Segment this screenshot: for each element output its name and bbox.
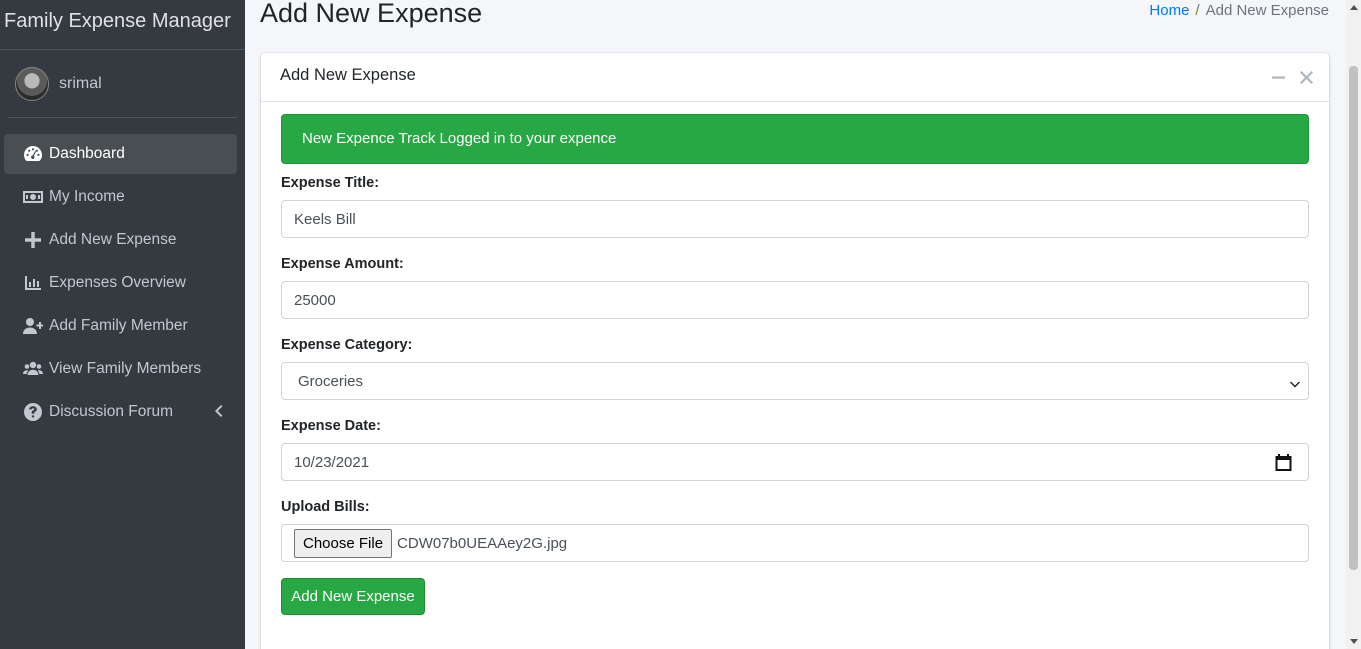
chevron-down-icon [1290,376,1300,388]
user-name[interactable]: srimal [59,75,102,93]
card-body: New Expence Track Logged in to your expe… [261,102,1329,615]
expense-title-value: Keels Bill [294,210,356,228]
sidebar-item-add-family-member[interactable]: Add Family Member [4,306,237,346]
sidebar-item-add-new-expense[interactable]: Add New Expense [4,220,237,260]
expense-date-label: Expense Date: [281,418,381,434]
expense-title-label: Expense Title: [281,175,380,191]
sidebar-item-my-income[interactable]: My Income [4,177,237,217]
sidebar-item-dashboard[interactable]: Dashboard [4,134,237,174]
expense-date-value: 10/23/2021 [294,453,370,471]
expense-amount-label: Expense Amount: [281,256,404,272]
upload-bills-label: Upload Bills: [281,499,370,515]
card-title: Add New Expense [280,66,416,84]
breadcrumb-home-link[interactable]: Home [1149,2,1189,19]
question-circle-icon [21,403,45,421]
sidebar-item-discussion-forum[interactable]: Discussion Forum [4,392,237,432]
calendar-icon[interactable] [1275,454,1292,471]
expense-amount-input[interactable]: 25000 [281,281,1309,319]
user-plus-icon [21,317,45,335]
plus-icon [21,231,45,249]
tachometer-icon [21,145,45,163]
expense-amount-group: Expense Amount: 25000 [281,256,1309,319]
breadcrumb: Home / Add New Expense [1149,2,1329,19]
user-panel[interactable]: srimal [8,50,237,118]
card-header: Add New Expense [261,53,1329,102]
expense-form-card: Add New Expense New Expence Track Logged… [261,53,1329,649]
expense-date-group: Expense Date: 10/23/2021 [281,418,1309,481]
minimize-icon[interactable] [1271,70,1285,84]
page-scrollbar[interactable] [1346,0,1361,649]
sidebar-item-label: Add New Expense [49,231,177,248]
sidebar-item-label: Discussion Forum [49,403,174,420]
users-icon [21,360,45,378]
breadcrumb-separator: / [1195,2,1200,19]
sidebar-item-label: Dashboard [49,145,125,162]
expense-category-group: Expense Category: Groceries [281,337,1309,400]
selected-file-name: CDW07b0UEAAey2G.jpg [397,534,568,552]
avatar[interactable] [15,66,49,101]
sidebar: Family Expense Manager srimal Dashboard … [0,0,245,649]
bar-chart-icon [21,274,45,292]
expense-category-label: Expense Category: [281,337,413,353]
chevron-left-icon[interactable] [213,404,223,418]
sidebar-item-label: View Family Members [49,360,202,377]
scrollbar-thumb[interactable] [1349,66,1358,570]
sidebar-item-label: Expenses Overview [49,274,186,291]
sidebar-nav: Dashboard My Income Add New Expense Expe… [0,134,245,432]
page-title: Add New Expense [260,0,483,28]
expense-title-input[interactable]: Keels Bill [281,200,1309,238]
sidebar-item-expenses-overview[interactable]: Expenses Overview [4,263,237,303]
sidebar-item-view-family-members[interactable]: View Family Members [4,349,237,389]
close-icon[interactable] [1299,70,1313,84]
money-bill-icon [21,188,45,206]
sidebar-item-label: My Income [49,188,125,205]
card-tools [1271,70,1313,84]
expense-amount-value: 25000 [294,291,336,309]
choose-file-button[interactable]: Choose File [294,528,393,558]
scroll-down-arrow-icon[interactable] [1350,639,1358,644]
expense-category-value: Groceries [298,372,364,390]
brand-link[interactable]: Family Expense Manager [0,0,245,50]
scroll-up-arrow-icon[interactable] [1350,5,1358,10]
upload-bills-group: Upload Bills: Choose File CDW07b0UEAAey2… [281,499,1309,562]
upload-bills-input[interactable]: Choose File CDW07b0UEAAey2G.jpg [281,524,1309,562]
breadcrumb-current: Add New Expense [1205,2,1329,19]
expense-date-input[interactable]: 10/23/2021 [281,443,1309,481]
expense-title-group: Expense Title: Keels Bill [281,175,1309,238]
success-alert: New Expence Track Logged in to your expe… [281,114,1309,164]
expense-category-select[interactable]: Groceries [281,362,1309,400]
sidebar-item-label: Add Family Member [49,317,188,334]
add-new-expense-button[interactable]: Add New Expense [281,578,425,615]
